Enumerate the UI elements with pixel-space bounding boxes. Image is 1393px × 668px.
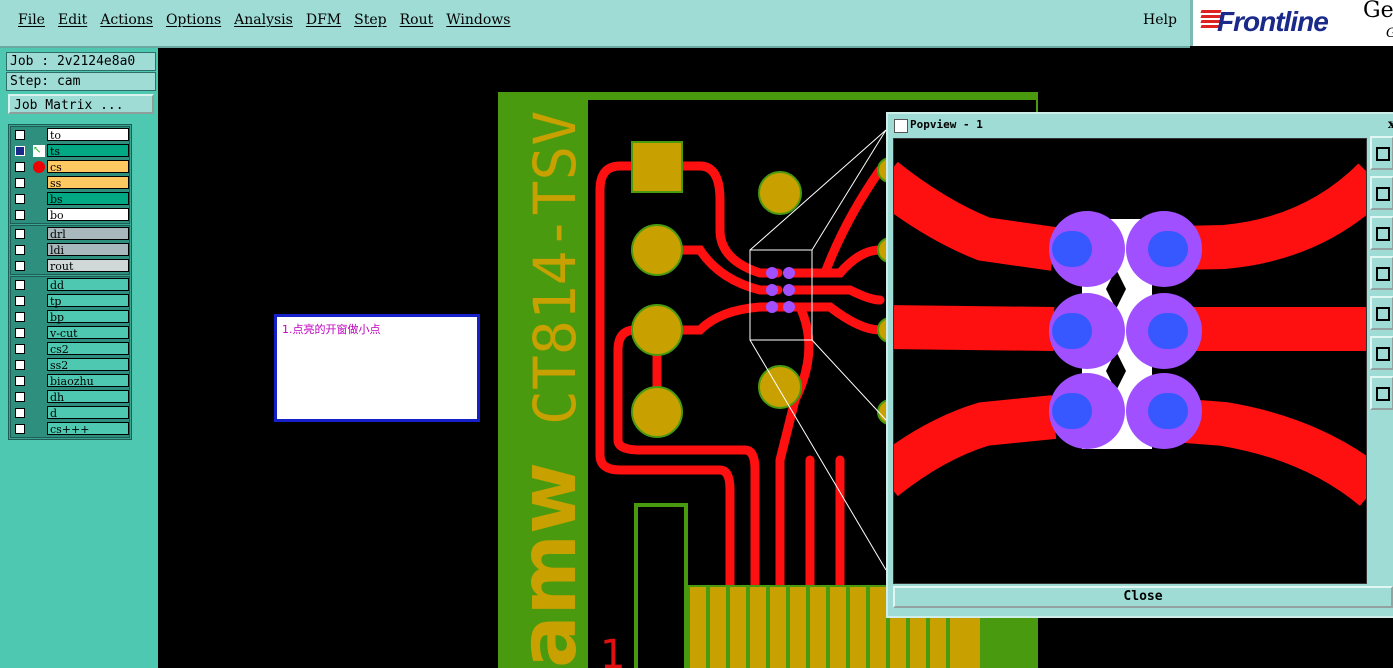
pan-down-button[interactable] — [1370, 216, 1393, 250]
note-text: 1.点亮的开窗做小点 — [282, 323, 381, 336]
zoom-out-button[interactable] — [1370, 376, 1393, 410]
close-button[interactable]: Close — [893, 586, 1393, 608]
popview-titlebar[interactable]: Popview - 1 x — [888, 116, 1393, 134]
popview-title: Popview - 1 — [910, 118, 983, 131]
popview-zoom-svg — [894, 161, 1366, 507]
board-label-text: CT814-TSV — [521, 111, 589, 425]
zoom-in-button[interactable] — [1370, 336, 1393, 370]
window-icon — [894, 119, 908, 133]
pan-left-button[interactable] — [1370, 256, 1393, 290]
pan-up-button[interactable] — [1370, 176, 1393, 210]
pan-right-button[interactable] — [1370, 296, 1393, 330]
board-logo-text: amw — [504, 462, 594, 668]
annotation-note[interactable]: 1.点亮的开窗做小点 — [274, 314, 480, 422]
popview-window[interactable]: Popview - 1 x Close — [886, 112, 1393, 618]
zoom-fit-button[interactable] — [1370, 136, 1393, 170]
popview-canvas[interactable] — [893, 138, 1367, 584]
close-icon[interactable]: x — [1388, 117, 1393, 131]
board-digit: 1 — [600, 632, 625, 668]
popview-toolbar — [1370, 136, 1393, 416]
